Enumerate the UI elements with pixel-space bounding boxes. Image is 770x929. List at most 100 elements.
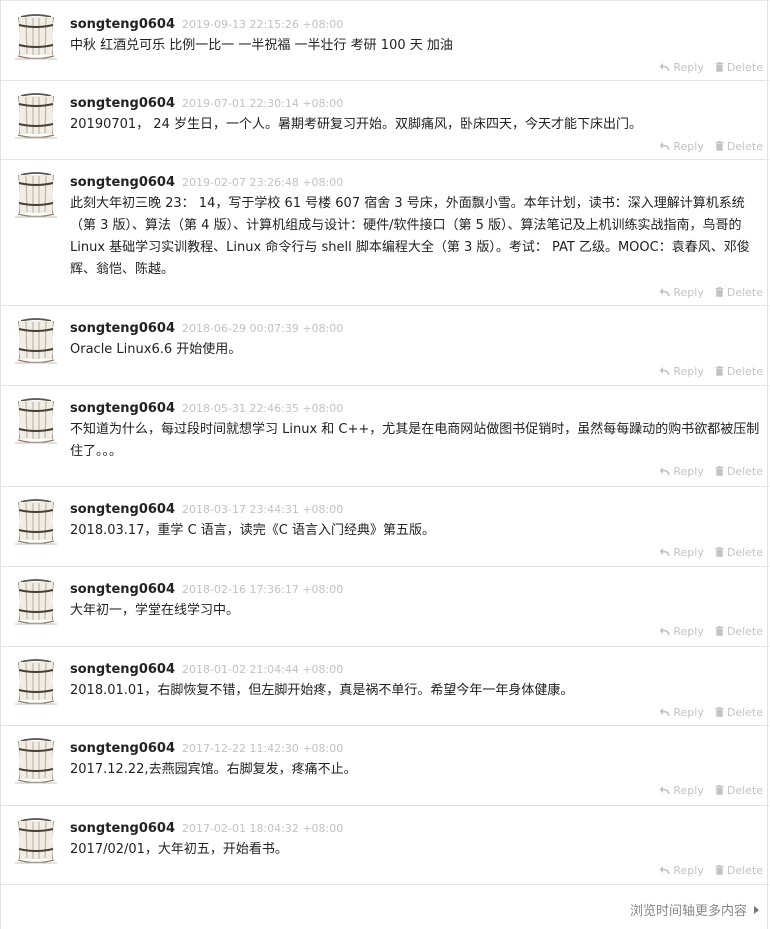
avatar-icon[interactable] (13, 497, 59, 547)
avatar-icon[interactable] (13, 91, 59, 141)
delete-label: Delete (726, 465, 763, 478)
post-actions: Reply Delete (648, 365, 763, 379)
delete-button[interactable]: Delete (715, 625, 763, 639)
avatar-icon[interactable] (13, 736, 59, 786)
post-timestamp: 2018-03-17 23:44:31 +08:00 (182, 503, 344, 516)
reply-label: Reply (673, 286, 704, 299)
reply-button[interactable]: Reply (659, 286, 704, 300)
timeline-post: songteng0604 2018-06-29 00:07:39 +08:00 O… (1, 306, 769, 386)
reply-button[interactable]: Reply (659, 706, 704, 720)
reply-arrow-icon (659, 142, 671, 151)
delete-button[interactable]: Delete (715, 365, 763, 379)
avatar-icon[interactable] (13, 396, 59, 446)
trash-icon (715, 785, 724, 795)
post-actions: Reply Delete (648, 465, 763, 479)
timeline-more-link[interactable]: 浏览时间轴更多内容 (630, 900, 759, 919)
avatar-icon[interactable] (13, 316, 59, 366)
trash-icon (715, 62, 724, 72)
delete-label: Delete (726, 864, 763, 877)
avatar-icon[interactable] (13, 816, 59, 866)
reply-label: Reply (673, 546, 704, 559)
post-timestamp: 2019-07-01 22:30:14 +08:00 (182, 97, 344, 110)
post-actions: Reply Delete (648, 625, 763, 639)
reply-button[interactable]: Reply (659, 625, 704, 639)
timeline-post: songteng0604 2017-02-01 18:04:32 +08:00 2… (1, 806, 769, 885)
reply-label: Reply (673, 784, 704, 797)
username-link[interactable]: songteng0604 (70, 741, 175, 756)
trash-icon (715, 707, 724, 717)
username-link[interactable]: songteng0604 (70, 175, 175, 190)
username-link[interactable]: songteng0604 (70, 96, 175, 111)
avatar-icon[interactable] (13, 657, 59, 707)
delete-button[interactable]: Delete (715, 864, 763, 878)
delete-label: Delete (726, 286, 763, 299)
post-timestamp: 2018-02-16 17:36:17 +08:00 (182, 583, 344, 596)
post-actions: Reply Delete (648, 784, 763, 798)
username-link[interactable]: songteng0604 (70, 401, 175, 416)
trash-icon (715, 366, 724, 376)
post-header: songteng0604 2017-12-22 11:42:30 +08:00 (70, 739, 343, 757)
username-link[interactable]: songteng0604 (70, 17, 175, 32)
reply-button[interactable]: Reply (659, 140, 704, 154)
delete-label: Delete (726, 140, 763, 153)
delete-button[interactable]: Delete (715, 546, 763, 560)
trash-icon (715, 865, 724, 875)
username-link[interactable]: songteng0604 (70, 582, 175, 597)
timeline-post: songteng0604 2018-01-02 21:04:44 +08:00 2… (1, 647, 769, 726)
avatar-icon[interactable] (13, 577, 59, 627)
post-actions: Reply Delete (648, 864, 763, 878)
reply-label: Reply (673, 140, 704, 153)
post-content: 2018.03.17，重学 C 语言，读完《C 语言入门经典》第五版。 (70, 523, 435, 538)
post-actions: Reply Delete (648, 140, 763, 154)
trash-icon (715, 287, 724, 297)
delete-button[interactable]: Delete (715, 465, 763, 479)
timeline-post: songteng0604 2019-09-13 22:15:26 +08:00 中… (1, 2, 769, 81)
avatar-icon[interactable] (13, 170, 59, 220)
reply-button[interactable]: Reply (659, 61, 704, 75)
reply-arrow-icon (659, 367, 671, 376)
reply-button[interactable]: Reply (659, 465, 704, 479)
delete-label: Delete (726, 784, 763, 797)
post-content: 2018.01.01，右脚恢复不错，但左脚开始疼，真是祸不单行。希望今年一年身体… (70, 683, 574, 698)
post-header: songteng0604 2019-09-13 22:15:26 +08:00 (70, 15, 343, 33)
post-timestamp: 2019-09-13 22:15:26 +08:00 (182, 18, 344, 31)
post-header: songteng0604 2017-02-01 18:04:32 +08:00 (70, 819, 343, 837)
timeline-more-label: 浏览时间轴更多内容 (629, 904, 747, 919)
reply-arrow-icon (659, 786, 671, 795)
reply-arrow-icon (659, 467, 671, 476)
username-link[interactable]: songteng0604 (70, 662, 175, 677)
post-content: 20190701， 24 岁生日，一个人。暑期考研复习开始。双脚痛风，卧床四天，… (70, 117, 642, 132)
reply-label: Reply (673, 706, 704, 719)
reply-button[interactable]: Reply (659, 784, 704, 798)
post-content: Oracle Linux6.6 开始使用。 (70, 342, 242, 357)
username-link[interactable]: songteng0604 (70, 821, 175, 836)
reply-button[interactable]: Reply (659, 546, 704, 560)
reply-arrow-icon (659, 548, 671, 557)
username-link[interactable]: songteng0604 (70, 321, 175, 336)
timeline-feed: songteng0604 2019-09-13 22:15:26 +08:00 中… (1, 2, 769, 885)
username-link[interactable]: songteng0604 (70, 502, 175, 517)
delete-button[interactable]: Delete (715, 286, 763, 300)
delete-button[interactable]: Delete (715, 784, 763, 798)
post-actions: Reply Delete (648, 286, 763, 300)
post-content: 中秋 红酒兑可乐 比例一比一 一半祝福 一半壮行 考研 100 天 加油 (70, 38, 453, 53)
top-divider (1, 0, 769, 1)
avatar-icon[interactable] (13, 12, 59, 62)
delete-button[interactable]: Delete (715, 61, 763, 75)
post-content: 大年初一，学堂在线学习中。 (70, 603, 240, 618)
delete-button[interactable]: Delete (715, 140, 763, 154)
reply-arrow-icon (659, 708, 671, 717)
trash-icon (715, 626, 724, 636)
delete-label: Delete (726, 61, 763, 74)
post-timestamp: 2019-02-07 23:26:48 +08:00 (182, 176, 344, 189)
delete-button[interactable]: Delete (715, 706, 763, 720)
post-header: songteng0604 2019-07-01 22:30:14 +08:00 (70, 94, 343, 112)
timeline-post: songteng0604 2017-12-22 11:42:30 +08:00 2… (1, 726, 769, 806)
timeline-frame: songteng0604 2019-09-13 22:15:26 +08:00 中… (0, 0, 769, 929)
reply-button[interactable]: Reply (659, 864, 704, 878)
delete-label: Delete (726, 706, 763, 719)
post-content: 2017.12.22,去燕园宾馆。右脚复发，疼痛不止。 (70, 762, 357, 777)
reply-button[interactable]: Reply (659, 365, 704, 379)
reply-label: Reply (673, 61, 704, 74)
post-content: 2017/02/01，大年初五，开始看书。 (70, 842, 288, 857)
